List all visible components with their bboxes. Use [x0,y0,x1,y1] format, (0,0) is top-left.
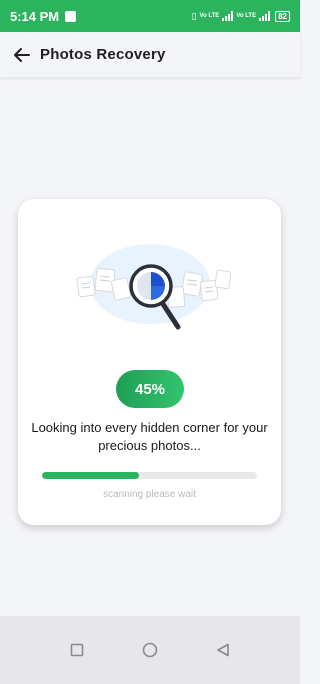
volte-label-2: Vo LTE [236,12,257,19]
scan-hint: scanning please wait [103,489,196,500]
progress-bar [42,472,257,479]
back-button[interactable] [4,37,40,73]
arrow-left-icon [14,47,30,62]
vibrate-icon: ▯ [191,10,197,21]
status-time: 5:14 PM [10,8,60,24]
square-recents-icon [70,643,83,657]
page-title: Photos Recovery [40,46,166,63]
signal-icon-2 [259,11,271,21]
progress-bar-fill [42,472,139,479]
status-indicators: ▯ Vo LTE Vo LTE 82 [191,10,290,22]
volte-badge-1: Vo LTE [200,13,220,20]
home-button[interactable] [135,635,165,665]
system-nav-bar [0,616,300,684]
scan-message: Looking into every hidden corner for you… [31,420,268,453]
battery-icon: 82 [275,10,290,22]
app-bar: Photos Recovery [0,32,300,77]
volte-badge-2: Vo LTE [236,13,256,20]
app-notification-icon [65,10,77,22]
recents-button[interactable] [62,635,92,665]
magnifier-documents-icon [76,244,232,330]
progress-percent-badge: 45% [116,370,184,408]
scan-card: 45% Looking into every hidden corner for… [18,199,281,525]
volte-label-1: Vo LTE [199,12,220,19]
system-back-button[interactable] [208,635,238,665]
status-bar: 5:14 PM ▯ Vo LTE Vo LTE 82 [0,0,300,32]
triangle-back-icon [217,643,230,657]
circle-home-icon [142,642,158,658]
signal-icon-1 [222,11,234,21]
